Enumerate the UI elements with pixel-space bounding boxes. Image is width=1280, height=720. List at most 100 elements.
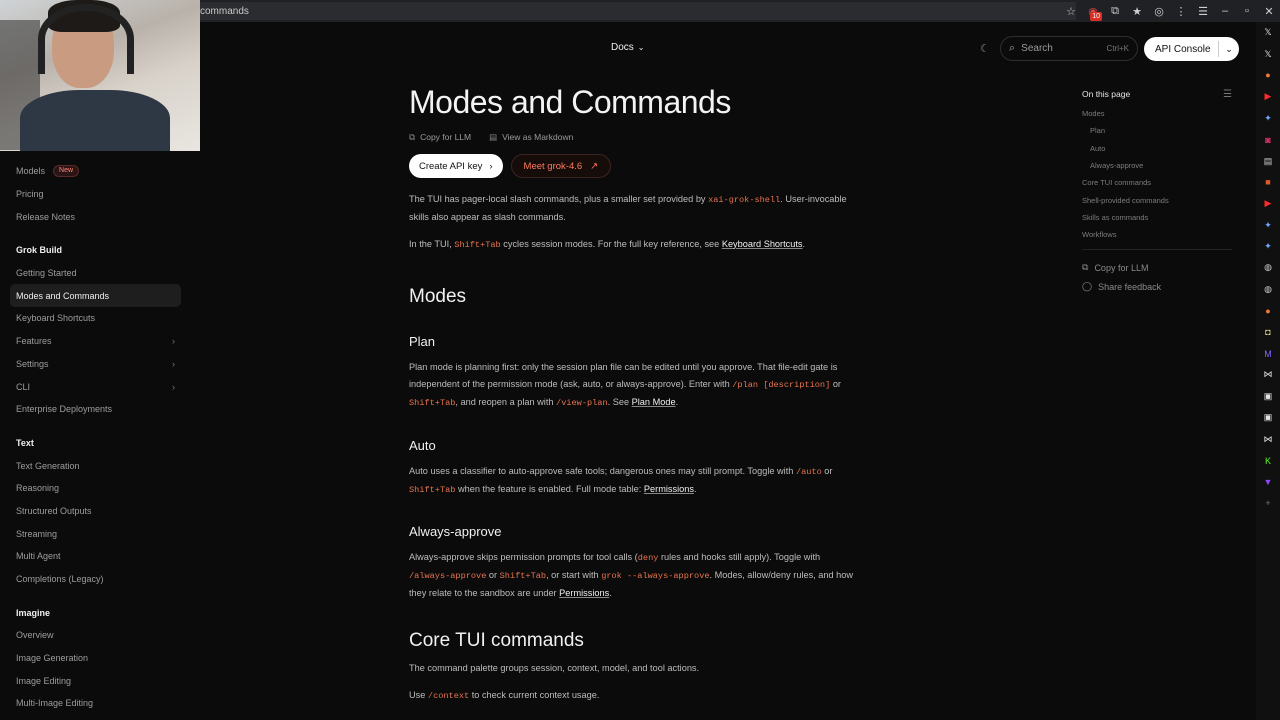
bookmark-icon[interactable]: ■ xyxy=(1256,172,1280,193)
sidebar-item-reasoning[interactable]: Reasoning xyxy=(10,477,181,500)
create-api-key-button[interactable]: Create API key › xyxy=(409,154,503,178)
copy-icon: ⧉ xyxy=(409,132,416,142)
toc-item-core-tui-commands[interactable]: Core TUI commands xyxy=(1082,174,1232,191)
twitch-icon[interactable]: ▼ xyxy=(1256,471,1280,492)
sidebar-item-pricing[interactable]: Pricing xyxy=(10,183,181,206)
kick-icon[interactable]: K xyxy=(1256,450,1280,471)
toc-item-plan[interactable]: Plan xyxy=(1082,122,1232,139)
theme-toggle-icon[interactable]: ☾ xyxy=(980,42,990,55)
sidebar-item-models[interactable]: Models New xyxy=(10,160,181,183)
search-shortcut: Ctrl+K xyxy=(1106,44,1129,53)
sidebar-item-image-generation[interactable]: Image Generation xyxy=(10,647,181,670)
bookmark-star-icon[interactable]: ★ xyxy=(1126,0,1148,22)
sidebar-item-release-notes[interactable]: Release Notes xyxy=(10,205,181,228)
x-icon[interactable]: 𝕏 xyxy=(1256,43,1280,64)
badge-count: 10 xyxy=(1090,12,1102,21)
address-bar[interactable]: commands xyxy=(196,2,1076,20)
globe-icon[interactable]: ◍ xyxy=(1256,257,1280,278)
meet-grok-button[interactable]: Meet grok-4.6 ↗ xyxy=(510,154,612,178)
toc-item-workflows[interactable]: Workflows xyxy=(1082,226,1232,243)
toc-item-shell-provided-commands[interactable]: Shell-provided commands xyxy=(1082,191,1232,208)
minimize-icon[interactable]: – xyxy=(1214,0,1236,22)
code-plan: /plan [description] xyxy=(732,380,831,391)
permissions-link[interactable]: Permissions xyxy=(559,588,609,598)
sidebar-item-features[interactable]: Features › xyxy=(10,330,181,353)
sidebar-item-keyboard-shortcuts[interactable]: Keyboard Shortcuts xyxy=(10,307,181,330)
sidebar-item-multi-agent[interactable]: Multi Agent xyxy=(10,545,181,568)
app-icon[interactable]: ◘ xyxy=(1256,321,1280,342)
sidebar-item-cli[interactable]: CLI › xyxy=(10,375,181,398)
menu-icon[interactable]: ⋮ xyxy=(1170,0,1192,22)
toc-item-modes[interactable]: Modes xyxy=(1082,105,1232,122)
sidebar-item-modes-and-commands[interactable]: Modes and Commands xyxy=(10,284,181,308)
search-input[interactable]: ⌕ Search Ctrl+K xyxy=(1000,36,1138,61)
brave-icon[interactable]: ● xyxy=(1256,65,1280,86)
chevron-down-icon[interactable]: ⌄ xyxy=(1219,44,1239,55)
core-paragraph-2: Use /context to check current context us… xyxy=(409,689,600,701)
gemini-icon[interactable]: ✦ xyxy=(1256,108,1280,129)
sidebar-item-label: Image Generation xyxy=(16,653,89,664)
docs-menu[interactable]: Docs ⌄ xyxy=(611,42,645,53)
profile-icon[interactable]: ◎ xyxy=(1148,0,1170,22)
youtube-icon[interactable]: ▶ xyxy=(1256,86,1280,107)
copy-for-llm-link[interactable]: ⧉ Copy for LLM xyxy=(409,132,471,143)
close-icon[interactable]: ✕ xyxy=(1258,0,1280,22)
add-icon[interactable]: + xyxy=(1256,493,1280,514)
view-as-markdown-link[interactable]: ▤ View as Markdown xyxy=(489,132,573,143)
auto-heading: Auto xyxy=(409,437,436,453)
sidebar-item-label: Image Editing xyxy=(16,675,72,686)
star-icon[interactable]: ☆ xyxy=(1060,0,1082,22)
toc-item-auto[interactable]: Auto xyxy=(1082,140,1232,157)
sidebar-item-structured-outputs[interactable]: Structured Outputs xyxy=(10,500,181,523)
puzzle-icon[interactable]: ⧉ xyxy=(1104,0,1126,22)
grok-icon[interactable]: ⋈ xyxy=(1256,364,1280,385)
sidebar-item-label: Structured Outputs xyxy=(16,505,92,516)
always-approve-heading: Always-approve xyxy=(409,524,502,540)
youtube-icon[interactable]: ▶ xyxy=(1256,193,1280,214)
toc-share-feedback[interactable]: ◯ Share feedback xyxy=(1082,277,1232,296)
sidebar-item-streaming[interactable]: Streaming xyxy=(10,522,181,545)
copy-icon: ⧉ xyxy=(1082,262,1089,273)
permissions-link[interactable]: Permissions xyxy=(644,484,694,494)
grok-icon[interactable]: ⋈ xyxy=(1256,428,1280,449)
extension-sidebar: 𝕏 𝕏 ● ▶ ✦ ◙ ▤ ■ ▶ ✦ ✦ ◍ ◍ ● ◘ M ⋈ ▣ ▣ ⋈ K ▼ + xyxy=(1256,22,1280,720)
api-console-label: API Console xyxy=(1155,43,1211,55)
instagram-icon[interactable]: ◙ xyxy=(1256,129,1280,150)
sidebar-item-image-editing[interactable]: Image Editing xyxy=(10,669,181,692)
chevron-right-icon: › xyxy=(172,358,175,369)
gemini-icon[interactable]: ✦ xyxy=(1256,236,1280,257)
x-icon[interactable]: 𝕏 xyxy=(1256,22,1280,43)
sidebar-item-enterprise-deployments[interactable]: Enterprise Deployments xyxy=(10,398,181,421)
toc-title: On this page xyxy=(1082,89,1131,99)
sidebar-item-settings[interactable]: Settings › xyxy=(10,353,181,376)
toc-copy-for-llm[interactable]: ⧉ Copy for LLM xyxy=(1082,258,1232,277)
code-context: /context xyxy=(427,690,470,701)
api-console-button[interactable]: API Console ⌄ xyxy=(1144,37,1239,61)
image-icon[interactable]: ▣ xyxy=(1256,407,1280,428)
page-actions: ⧉ Copy for LLM ▤ View as Markdown xyxy=(409,132,859,143)
image-icon[interactable]: ▣ xyxy=(1256,386,1280,407)
mail-icon[interactable]: M xyxy=(1256,343,1280,364)
modes-heading: Modes xyxy=(409,286,467,308)
plan-mode-link[interactable]: Plan Mode xyxy=(632,397,676,407)
toc-item-always-approve[interactable]: Always-approve xyxy=(1082,157,1232,174)
clipboard-icon[interactable]: ▤ xyxy=(1256,150,1280,171)
code-shift-tab: Shift+Tab xyxy=(409,484,456,495)
sidebar-item-getting-started[interactable]: Getting Started xyxy=(10,262,181,285)
sidebar-toggle-icon[interactable]: ☰ xyxy=(1192,0,1214,22)
browser-toolbar-icons: ☆ ◉10 ⧉ ★ ◎ ⋮ ☰ – ▫ ✕ xyxy=(1060,0,1280,22)
gemini-icon[interactable]: ✦ xyxy=(1256,215,1280,236)
sidebar-item-completions-legacy[interactable]: Completions (Legacy) xyxy=(10,568,181,591)
view-as-markdown-label: View as Markdown xyxy=(502,132,574,142)
sidebar-item-overview[interactable]: Overview xyxy=(10,624,181,647)
brave-icon[interactable]: ● xyxy=(1256,300,1280,321)
globe-icon[interactable]: ◍ xyxy=(1256,279,1280,300)
sidebar-item-text-generation[interactable]: Text Generation xyxy=(10,454,181,477)
keyboard-shortcuts-link[interactable]: Keyboard Shortcuts xyxy=(722,239,803,249)
sidebar-section-heading: Grok Build xyxy=(16,245,63,256)
toc-item-skills-as-commands[interactable]: Skills as commands xyxy=(1082,209,1232,226)
sidebar-item-label: Reasoning xyxy=(16,483,60,494)
maximize-icon[interactable]: ▫ xyxy=(1236,0,1258,22)
sidebar-item-multi-image-editing[interactable]: Multi-Image Editing xyxy=(10,692,181,715)
extension-badge-icon[interactable]: ◉10 xyxy=(1082,0,1104,22)
